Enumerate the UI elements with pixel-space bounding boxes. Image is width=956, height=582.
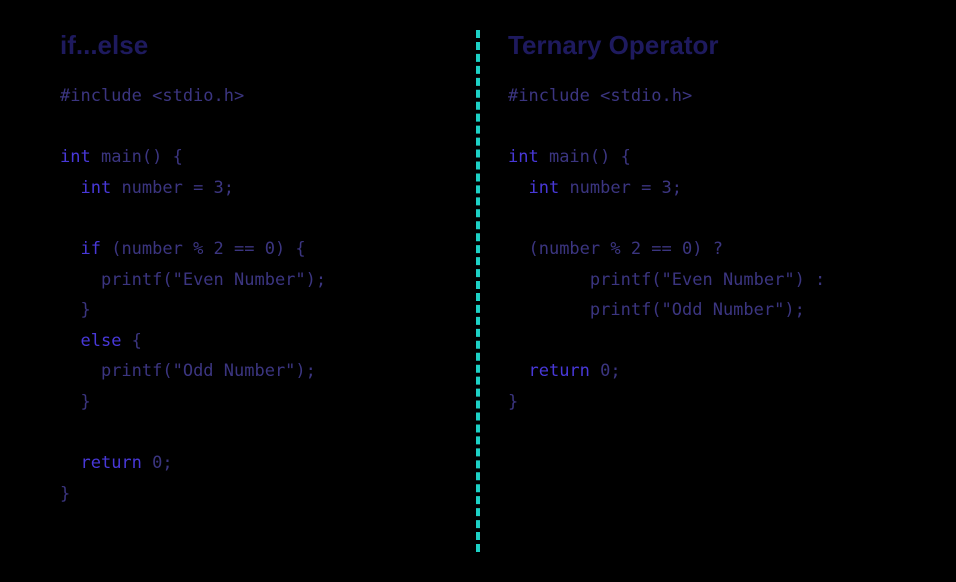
code-line: printf("Even Number"); (60, 265, 448, 296)
code-text: } (60, 484, 70, 504)
code-text: printf("Even Number"); (101, 270, 326, 290)
code-line: if (number % 2 == 0) { (60, 234, 448, 265)
code-text: #include <stdio.h> (60, 86, 244, 106)
code-text: printf("Even Number") : (590, 270, 825, 290)
code-text: { (121, 331, 141, 351)
right-heading: Ternary Operator (508, 30, 896, 61)
code-text: } (80, 300, 90, 320)
code-keyword: return (80, 453, 141, 473)
code-line: printf("Odd Number"); (508, 295, 896, 326)
left-column: if...else #include <stdio.h> int main() … (60, 30, 478, 552)
code-text: main() { (91, 147, 183, 167)
code-text: } (508, 392, 518, 412)
code-line: int main() { (508, 142, 896, 173)
left-heading: if...else (60, 30, 448, 61)
code-line: printf("Odd Number"); (60, 356, 448, 387)
code-line (508, 326, 896, 357)
right-code-block: #include <stdio.h> int main() { int numb… (508, 81, 896, 418)
code-line: } (60, 295, 448, 326)
code-text: (number % 2 == 0) ? (528, 239, 722, 259)
code-keyword: int (528, 178, 559, 198)
code-text: number = 3; (559, 178, 682, 198)
code-text: main() { (539, 147, 631, 167)
code-line (60, 418, 448, 449)
code-keyword: int (508, 147, 539, 167)
code-text: printf("Odd Number"); (590, 300, 805, 320)
code-line: #include <stdio.h> (60, 81, 448, 112)
left-code-block: #include <stdio.h> int main() { int numb… (60, 81, 448, 509)
code-text: printf("Odd Number"); (101, 361, 316, 381)
code-line (60, 203, 448, 234)
code-line: #include <stdio.h> (508, 81, 896, 112)
code-text: (number % 2 == 0) { (101, 239, 306, 259)
code-line: int main() { (60, 142, 448, 173)
code-line: int number = 3; (508, 173, 896, 204)
code-text: #include <stdio.h> (508, 86, 692, 106)
code-keyword: if (80, 239, 100, 259)
code-keyword: int (60, 147, 91, 167)
code-line (60, 112, 448, 143)
code-text: 0; (142, 453, 173, 473)
code-line: return 0; (508, 356, 896, 387)
code-line (508, 203, 896, 234)
code-line: (number % 2 == 0) ? (508, 234, 896, 265)
code-keyword: else (80, 331, 121, 351)
code-line: return 0; (60, 448, 448, 479)
code-text: 0; (590, 361, 621, 381)
code-keyword: int (80, 178, 111, 198)
right-column: Ternary Operator #include <stdio.h> int … (478, 30, 896, 552)
code-text: } (80, 392, 90, 412)
code-line: int number = 3; (60, 173, 448, 204)
code-line: } (60, 387, 448, 418)
code-line: } (60, 479, 448, 510)
code-line (508, 112, 896, 143)
code-text: number = 3; (111, 178, 234, 198)
code-line: } (508, 387, 896, 418)
code-line: else { (60, 326, 448, 357)
code-line: printf("Even Number") : (508, 265, 896, 296)
vertical-divider (476, 30, 480, 552)
code-keyword: return (528, 361, 589, 381)
